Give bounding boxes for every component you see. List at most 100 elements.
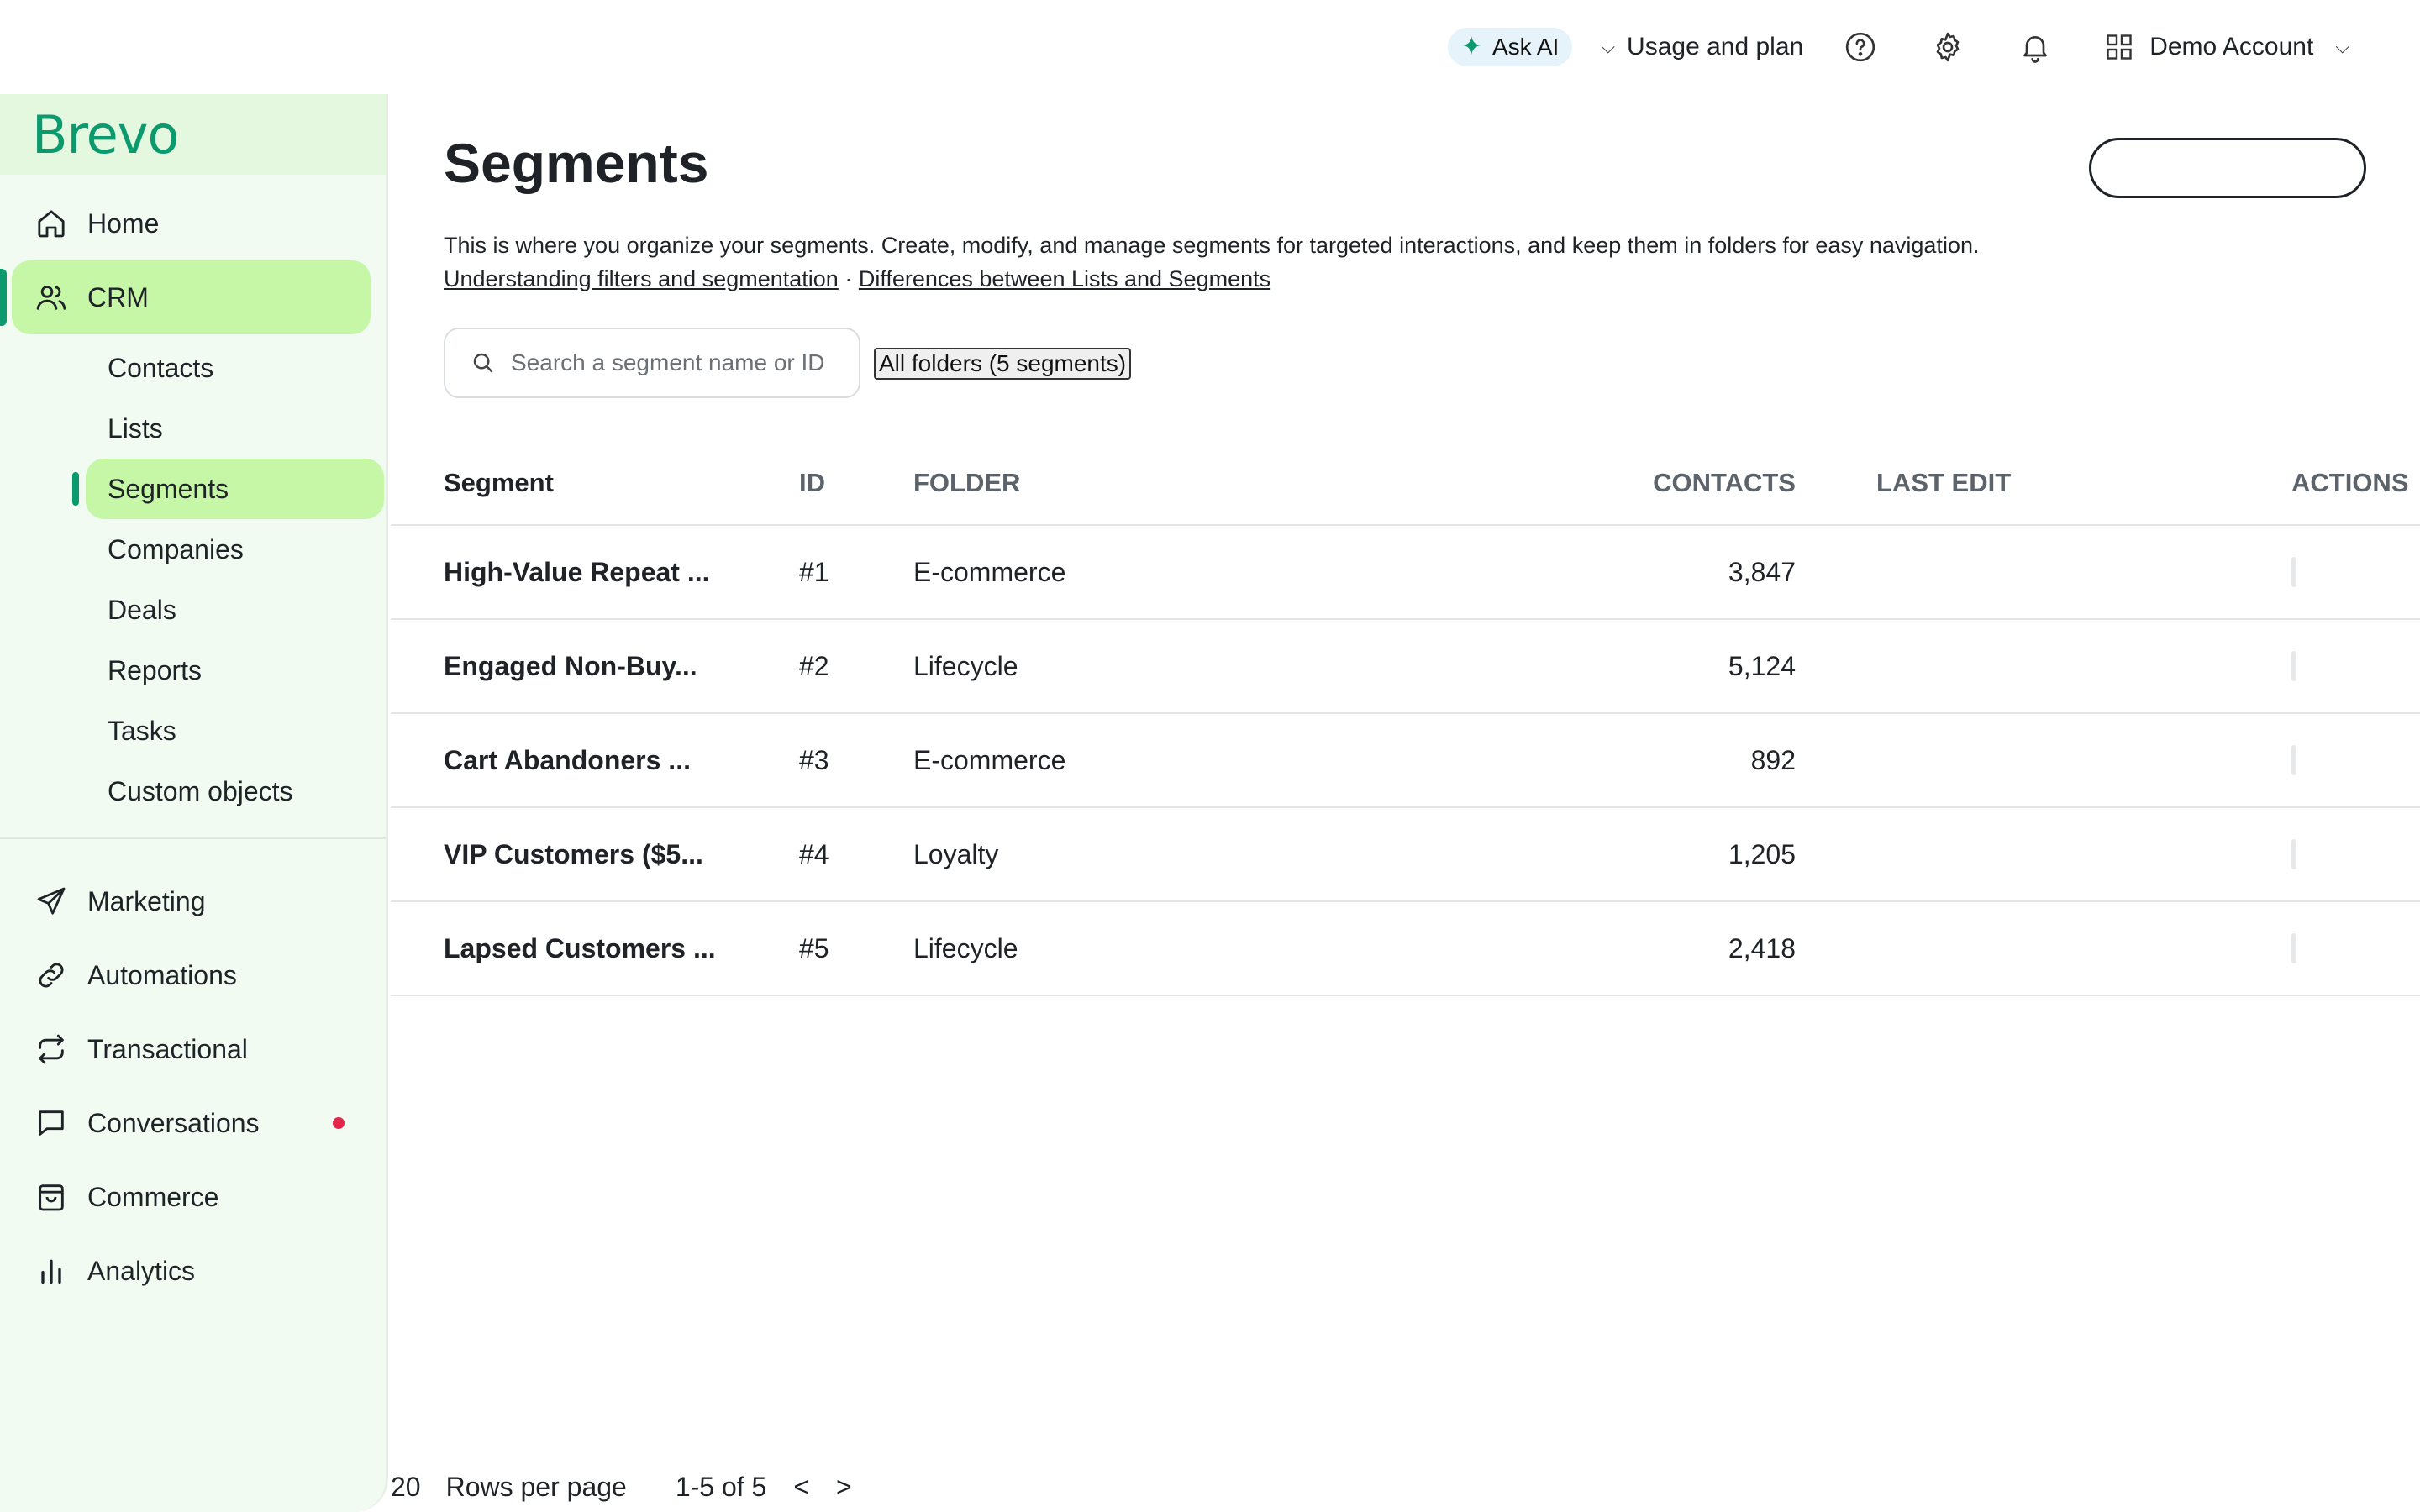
users-icon (34, 280, 69, 315)
sidebar-item-contacts[interactable]: Contacts (0, 338, 386, 398)
crm-submenu: Contacts Lists Segments Companies Deals … (0, 334, 386, 822)
pagination: 20 Rows per page 1-5 of 5 < > (391, 1472, 879, 1503)
search-icon (473, 353, 493, 373)
shopping-bag-icon (34, 1179, 69, 1215)
segment-name[interactable]: Engaged Non-Buy... (391, 651, 799, 682)
help-icon (1846, 32, 1876, 62)
sidebar-item-marketing[interactable]: Marketing (0, 864, 386, 938)
actions-menu-handle[interactable] (2291, 933, 2296, 963)
notifications-button[interactable] (2017, 29, 2054, 66)
header-folder[interactable]: FOLDER (913, 468, 1443, 498)
segment-folder: Loyalty (913, 838, 999, 869)
filters-help-link[interactable]: Understanding filters and segmentation (444, 266, 839, 291)
header-last-edit[interactable]: LAST EDIT (1796, 468, 2291, 498)
usage-and-plan-dropdown[interactable]: ⌵ Usage and plan (1601, 33, 1803, 61)
segment-folder: E-commerce (913, 744, 1066, 775)
home-icon (34, 206, 69, 241)
row-actions[interactable] (2291, 839, 2420, 869)
sidebar-item-home[interactable]: Home (0, 186, 386, 260)
sidebar: Brevo Home CRM Contacts Lists Segments C… (0, 94, 388, 1512)
active-indicator (0, 269, 7, 326)
table-row[interactable]: Cart Abandoners ... #3 E-commerce 892 (391, 714, 2420, 808)
segment-contacts: 1,205 (1728, 838, 1796, 869)
ask-ai-label: Ask AI (1491, 34, 1560, 60)
search-input[interactable] (511, 349, 847, 376)
table-row[interactable]: Engaged Non-Buy... #2 Lifecycle 5,124 (391, 620, 2420, 714)
help-button[interactable] (1842, 29, 1879, 66)
segment-id: #2 (799, 650, 829, 681)
sidebar-item-reports[interactable]: Reports (0, 640, 386, 701)
actions-menu-handle[interactable] (2291, 651, 2296, 681)
sidebar-item-label: CRM (87, 281, 149, 312)
segment-id: #1 (799, 556, 829, 587)
segment-contacts: 3,847 (1728, 556, 1796, 587)
apps-grid-icon (2107, 34, 2132, 60)
sidebar-item-tasks[interactable]: Tasks (0, 701, 386, 761)
sidebar-item-deals[interactable]: Deals (0, 580, 386, 640)
chevron-down-icon: ⌵ (2335, 36, 2349, 57)
lists-vs-segments-link[interactable]: Differences between Lists and Segments (859, 266, 1270, 291)
actions-menu-handle[interactable] (2291, 557, 2296, 587)
segment-contacts: 5,124 (1728, 650, 1796, 681)
header-contacts[interactable]: CONTACTS (1443, 468, 1796, 498)
search-box[interactable] (444, 328, 860, 398)
bar-chart-icon (34, 1253, 69, 1289)
sidebar-item-transactional[interactable]: Transactional (0, 1012, 386, 1086)
sidebar-item-label: Automations (87, 959, 237, 990)
row-actions[interactable] (2291, 651, 2420, 681)
sidebar-item-label: Commerce (87, 1181, 219, 1212)
gear-icon (1936, 32, 1960, 62)
sidebar-item-conversations[interactable]: Conversations (0, 1086, 386, 1160)
link-separator: · (844, 266, 853, 291)
segment-name[interactable]: VIP Customers ($5... (391, 839, 799, 870)
sidebar-item-crm[interactable]: CRM (12, 260, 371, 334)
sidebar-item-automations[interactable]: Automations (0, 938, 386, 1012)
row-actions[interactable] (2291, 745, 2420, 775)
segment-name[interactable]: Lapsed Customers ... (391, 933, 799, 964)
sidebar-item-segments[interactable]: Segments (72, 459, 384, 519)
sidebar-item-custom-objects[interactable]: Custom objects (0, 761, 386, 822)
header-segment[interactable]: Segment (391, 468, 799, 498)
table-row[interactable]: High-Value Repeat ... #1 E-commerce 3,84… (391, 526, 2420, 620)
prev-page-button[interactable]: < (793, 1472, 809, 1503)
sidebar-divider (0, 837, 386, 839)
segment-id: #4 (799, 838, 829, 869)
settings-button[interactable] (1929, 29, 1966, 66)
header-id[interactable]: ID (799, 468, 913, 498)
next-page-button[interactable]: > (836, 1472, 852, 1503)
actions-menu-handle[interactable] (2291, 839, 2296, 869)
table-row[interactable]: Lapsed Customers ... #5 Lifecycle 2,418 (391, 902, 2420, 996)
row-actions[interactable] (2291, 933, 2420, 963)
account-menu[interactable]: Demo Account ⌵ (2104, 32, 2349, 62)
segment-name[interactable]: Cart Abandoners ... (391, 745, 799, 776)
rows-per-page-select[interactable]: 20 (391, 1472, 421, 1503)
page-title: Segments (444, 132, 709, 194)
sidebar-item-label: Home (87, 207, 160, 239)
row-actions[interactable] (2291, 557, 2420, 587)
create-segment-button[interactable] (2089, 138, 2366, 198)
segment-folder: Lifecycle (913, 932, 1018, 963)
table-row[interactable]: VIP Customers ($5... #4 Loyalty 1,205 (391, 808, 2420, 902)
sidebar-item-companies[interactable]: Companies (0, 519, 386, 580)
sidebar-item-commerce[interactable]: Commerce (0, 1160, 386, 1234)
bell-icon (2023, 36, 2048, 63)
repeat-icon (34, 1032, 69, 1067)
chevron-down-icon: ⌵ (1601, 36, 1616, 57)
segment-contacts: 2,418 (1728, 932, 1796, 963)
page-range: 1-5 of 5 (675, 1472, 767, 1502)
link-icon (34, 958, 69, 993)
page-description: This is where you organize your segments… (444, 228, 1979, 296)
logo-band: Brevo (0, 94, 386, 175)
folders-filter-button[interactable]: All folders (5 segments) (874, 348, 1132, 380)
segment-name[interactable]: High-Value Repeat ... (391, 557, 799, 588)
ask-ai-button[interactable]: ✦ Ask AI (1447, 28, 1573, 66)
segment-id: #5 (799, 932, 829, 963)
sidebar-item-lists[interactable]: Lists (0, 398, 386, 459)
sidebar-item-analytics[interactable]: Analytics (0, 1234, 386, 1308)
segments-table: Segment ID FOLDER CONTACTS LAST EDIT ACT… (391, 442, 2420, 996)
segment-folder: Lifecycle (913, 650, 1018, 681)
main-content: Segments This is where you organize your… (391, 94, 2420, 1512)
segment-folder: E-commerce (913, 556, 1066, 587)
brevo-logo[interactable]: Brevo (32, 104, 179, 165)
actions-menu-handle[interactable] (2291, 745, 2296, 775)
